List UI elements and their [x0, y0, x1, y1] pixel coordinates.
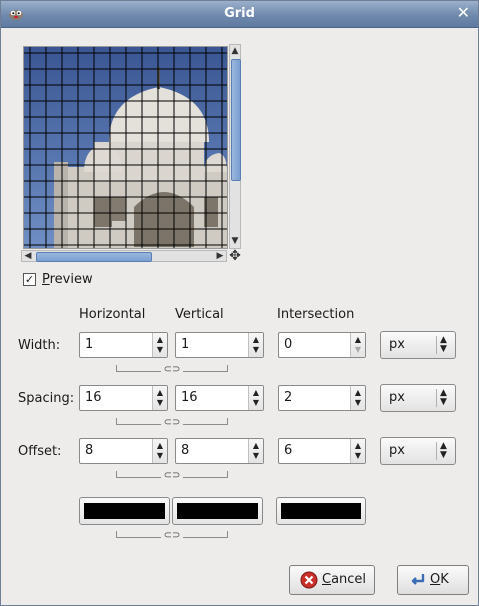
scroll-down-arrow-icon[interactable]: ▼ [230, 236, 240, 246]
preview-checkbox[interactable]: ✓ [23, 273, 36, 286]
grid-preview: ▲ ▼ ◀ ▶ ✥ [21, 44, 241, 266]
width-horizontal-spinbutton[interactable]: 1 ▲ ▼ [79, 332, 168, 358]
spacing-chain-button[interactable]: ⊂⊃ [116, 418, 228, 428]
horizontal-color-swatch [84, 503, 165, 519]
decrement-icon[interactable]: ▼ [351, 452, 365, 460]
vertical-color-swatch [177, 503, 258, 519]
intersection-column-header: Intersection [277, 307, 355, 322]
offset-intersection-spinbutton[interactable]: 6 ▲ ▼ [278, 438, 366, 464]
scroll-left-arrow-icon[interactable]: ◀ [23, 251, 33, 261]
spacing-unit-combo[interactable]: px ▲ ▼ [380, 384, 456, 412]
spacing-intersection-spinbutton[interactable]: 2 ▲ ▼ [278, 385, 366, 411]
horizontal-column-header: Horizontal [79, 307, 146, 322]
decrement-icon[interactable]: ▼ [249, 452, 263, 460]
chain-link-icon[interactable]: ⊂⊃ [162, 531, 182, 541]
scroll-right-arrow-icon[interactable]: ▶ [215, 251, 225, 261]
horizontal-color-button[interactable] [79, 497, 170, 525]
vertical-color-button[interactable] [172, 497, 263, 525]
increment-icon[interactable]: ▲ [153, 336, 167, 344]
increment-icon[interactable]: ▲ [249, 442, 263, 450]
width-vertical-spinbutton[interactable]: 1 ▲ ▼ [175, 332, 264, 358]
decrement-icon[interactable]: ▼ [153, 452, 167, 460]
increment-icon[interactable]: ▲ [351, 389, 365, 397]
offset-horizontal-spinbutton[interactable]: 8 ▲ ▼ [79, 438, 168, 464]
increment-icon[interactable]: ▲ [153, 389, 167, 397]
combo-arrows-icon: ▲ ▼ [440, 441, 447, 460]
increment-icon[interactable]: ▲ [351, 336, 365, 344]
increment-icon[interactable]: ▲ [249, 336, 263, 344]
chain-link-icon[interactable]: ⊂⊃ [162, 365, 182, 375]
spacing-label: Spacing: [18, 391, 75, 406]
decrement-icon[interactable]: ▼ [351, 399, 365, 407]
preview-photo [24, 47, 227, 248]
spacing-vertical-spinbutton[interactable]: 16 ▲ ▼ [175, 385, 264, 411]
chain-link-icon[interactable]: ⊂⊃ [162, 418, 182, 428]
preview-horizontal-scrollbar[interactable]: ◀ ▶ [21, 250, 227, 262]
decrement-icon[interactable]: ▼ [249, 346, 263, 354]
window-title: Grid [224, 6, 255, 21]
width-label: Width: [18, 338, 61, 353]
cancel-button[interactable]: Cancel [289, 565, 375, 595]
width-unit-combo[interactable]: px ▲ ▼ [380, 331, 456, 359]
color-chain-button[interactable]: ⊂⊃ [116, 531, 228, 541]
decrement-icon: ▼ [354, 345, 362, 354]
preview-label[interactable]: Preview [42, 272, 93, 287]
combo-arrows-icon: ▲ ▼ [440, 388, 447, 407]
preview-image[interactable] [23, 46, 228, 249]
offset-label: Offset: [18, 444, 62, 459]
horizontal-scroll-thumb[interactable] [36, 252, 152, 262]
scroll-up-arrow-icon[interactable]: ▲ [230, 46, 240, 56]
intersection-color-button[interactable] [276, 497, 366, 525]
increment-icon[interactable]: ▲ [351, 442, 365, 450]
intersection-color-swatch [281, 503, 361, 519]
decrement-icon[interactable]: ▼ [153, 399, 167, 407]
offset-unit-combo[interactable]: px ▲ ▼ [380, 437, 456, 465]
chain-link-icon[interactable]: ⊂⊃ [162, 471, 182, 481]
cancel-icon [300, 571, 318, 589]
offset-vertical-spinbutton[interactable]: 8 ▲ ▼ [175, 438, 264, 464]
increment-icon[interactable]: ▲ [153, 442, 167, 450]
navigate-icon[interactable]: ✥ [228, 249, 242, 263]
titlebar: Grid ✕ [1, 1, 478, 28]
vertical-column-header: Vertical [175, 307, 224, 322]
preview-vertical-scrollbar[interactable]: ▲ ▼ [229, 44, 241, 249]
ok-button[interactable]: OK [397, 565, 469, 595]
enter-arrow-icon [411, 574, 425, 585]
combo-arrows-icon: ▲ ▼ [440, 335, 447, 354]
spacing-horizontal-spinbutton[interactable]: 16 ▲ ▼ [79, 385, 168, 411]
offset-chain-button[interactable]: ⊂⊃ [116, 471, 228, 481]
width-chain-button[interactable]: ⊂⊃ [116, 365, 228, 375]
grid-dialog: Grid ✕ ▲ ▼ ◀ ▶ ✥ ✓ Preview Horizontal Ve… [0, 0, 479, 606]
width-intersection-spinbutton[interactable]: 0 ▲ ▼ [278, 332, 366, 358]
decrement-icon[interactable]: ▼ [153, 346, 167, 354]
increment-icon[interactable]: ▲ [249, 389, 263, 397]
decrement-icon[interactable]: ▼ [249, 399, 263, 407]
close-icon[interactable]: ✕ [457, 4, 470, 22]
vertical-scroll-thumb[interactable] [231, 59, 241, 181]
